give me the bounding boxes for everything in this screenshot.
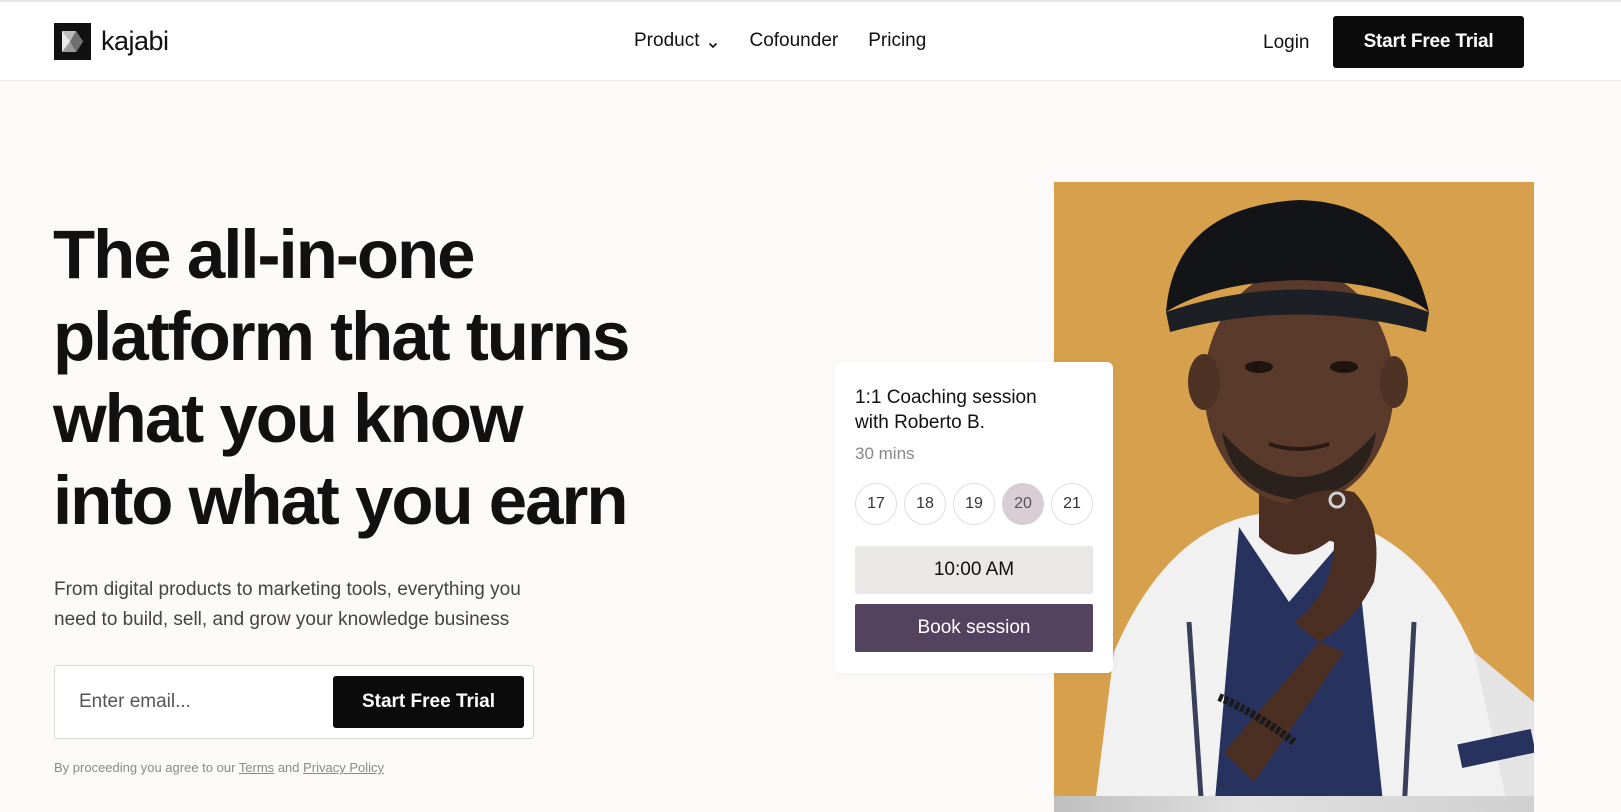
main-nav: Product Cofounder Pricing bbox=[634, 30, 926, 52]
hero-title: The all-in-one platform that turns what … bbox=[53, 214, 713, 542]
site-header: kajabi Product Cofounder Pricing Login S… bbox=[0, 2, 1621, 81]
logo-icon bbox=[54, 23, 91, 60]
hero-title-line: platform that turns bbox=[53, 298, 630, 375]
nav-item-label: Pricing bbox=[868, 30, 927, 51]
time-slot-button[interactable]: 10:00 AM bbox=[855, 546, 1093, 594]
date-option[interactable]: 17 bbox=[855, 483, 897, 525]
legal-notice: By proceeding you agree to our Terms and… bbox=[54, 760, 384, 775]
logo[interactable]: kajabi bbox=[54, 23, 169, 60]
email-signup-form: Start Free Trial bbox=[54, 665, 534, 739]
nav-item-pricing[interactable]: Pricing bbox=[868, 30, 926, 52]
nav-item-cofounder[interactable]: Cofounder bbox=[749, 30, 838, 52]
hero-title-line: The all-in-one bbox=[53, 216, 476, 293]
date-option[interactable]: 18 bbox=[904, 483, 946, 525]
hero-photo bbox=[1054, 182, 1534, 812]
booking-card-title: 1:1 Coaching session with Roberto B. bbox=[855, 385, 1085, 435]
date-option-selected[interactable]: 20 bbox=[1002, 483, 1044, 525]
book-session-button[interactable]: Book session bbox=[855, 604, 1093, 652]
nav-item-product[interactable]: Product bbox=[634, 30, 719, 52]
nav-item-label: Cofounder bbox=[749, 30, 839, 51]
hero-subtitle-line: need to build, sell, and grow your knowl… bbox=[54, 609, 510, 630]
hero-subtitle: From digital products to marketing tools… bbox=[54, 575, 574, 635]
email-input[interactable] bbox=[79, 687, 319, 717]
hero-subtitle-line: From digital products to marketing tools… bbox=[54, 579, 521, 600]
date-option[interactable]: 21 bbox=[1051, 483, 1093, 525]
terms-link[interactable]: Terms bbox=[239, 760, 274, 775]
chevron-down-icon bbox=[707, 35, 719, 49]
booking-card-title-line: 1:1 Coaching session bbox=[855, 387, 1037, 408]
legal-prefix: By proceeding you agree to our bbox=[54, 760, 236, 775]
person-illustration bbox=[1094, 200, 1534, 812]
booking-card-title-line: with Roberto B. bbox=[855, 412, 985, 433]
header-start-trial-button[interactable]: Start Free Trial bbox=[1333, 16, 1524, 68]
logo-text: kajabi bbox=[101, 26, 169, 56]
hero-title-line: into what you earn bbox=[53, 462, 629, 539]
privacy-policy-link[interactable]: Privacy Policy bbox=[303, 760, 384, 775]
legal-and: and bbox=[277, 760, 300, 775]
date-picker: 17 18 19 20 21 bbox=[855, 483, 1093, 525]
session-duration: 30 mins bbox=[855, 444, 915, 463]
nav-item-label: Product bbox=[634, 30, 700, 51]
login-link[interactable]: Login bbox=[1263, 32, 1310, 54]
hero-start-trial-button[interactable]: Start Free Trial bbox=[333, 676, 524, 728]
date-option[interactable]: 19 bbox=[953, 483, 995, 525]
hero-title-line: what you know bbox=[53, 380, 524, 457]
booking-card: 1:1 Coaching session with Roberto B. 30 … bbox=[835, 362, 1113, 673]
photo-fade bbox=[1054, 796, 1534, 812]
